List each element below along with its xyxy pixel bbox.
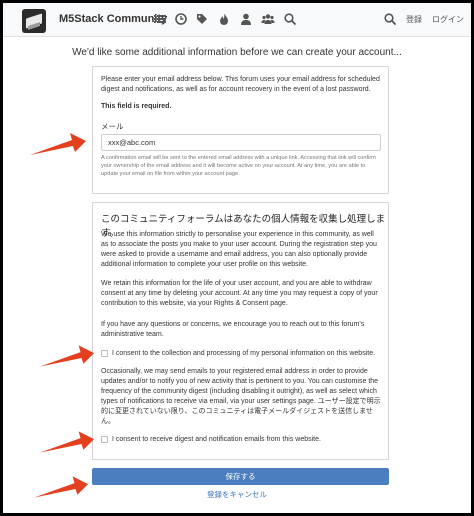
search-right-icon[interactable] [383, 12, 397, 26]
email-intro-text: Please enter your email address below. T… [101, 76, 380, 93]
consent-gdpr-row[interactable]: I consent to the collection and processi… [101, 350, 375, 357]
user-icon[interactable] [239, 12, 253, 26]
register-link[interactable]: 登録 [406, 14, 422, 25]
consent-paragraph-3: If you have any questions or concerns, w… [101, 321, 365, 338]
required-message: This field is required. [101, 103, 172, 110]
consent-email-checkbox[interactable] [101, 436, 108, 443]
consent-gdpr-label[interactable]: I consent to the collection and processi… [112, 350, 375, 357]
annotation-arrow-email [28, 130, 88, 160]
consent-paragraph-2: We retain this information for the life … [101, 280, 378, 307]
email-label: メール [101, 122, 124, 131]
email-panel: Please enter your email address below. T… [92, 66, 389, 194]
group-icon[interactable] [261, 12, 275, 26]
navbar: M5Stack Community 登録 ログイン [3, 3, 471, 37]
consent-email-label[interactable]: I consent to receive digest and notifica… [112, 436, 321, 443]
email-help-text: A confirmation email will be sent to the… [101, 155, 376, 178]
consent-paragraph-4: Occasionally, we may send emails to your… [101, 368, 381, 425]
consent-gdpr-checkbox[interactable] [101, 350, 108, 357]
save-button[interactable]: 保存する [92, 468, 389, 485]
page-subtitle: We'd like some additional information be… [72, 47, 402, 58]
consent-panel: このコミュニティフォーラムはあなたの個人情報を収集し処理します。 We use … [92, 202, 389, 460]
email-field[interactable] [101, 134, 381, 151]
consent-paragraph-1: We use this information strictly to pers… [101, 231, 377, 268]
m5stack-logo[interactable] [22, 9, 46, 33]
menu-list-icon[interactable] [153, 12, 167, 26]
tags-icon[interactable] [195, 12, 209, 26]
annotation-arrow-digest [38, 428, 96, 458]
consent-email-row[interactable]: I consent to receive digest and notifica… [101, 436, 321, 443]
annotation-arrow-consent [38, 342, 96, 372]
brand-title[interactable]: M5Stack Community [59, 13, 167, 25]
login-link[interactable]: ログイン [432, 14, 464, 25]
clock-icon[interactable] [174, 12, 188, 26]
annotation-arrow-save [32, 473, 90, 503]
flame-icon[interactable] [217, 12, 231, 26]
search-icon[interactable] [283, 12, 297, 26]
